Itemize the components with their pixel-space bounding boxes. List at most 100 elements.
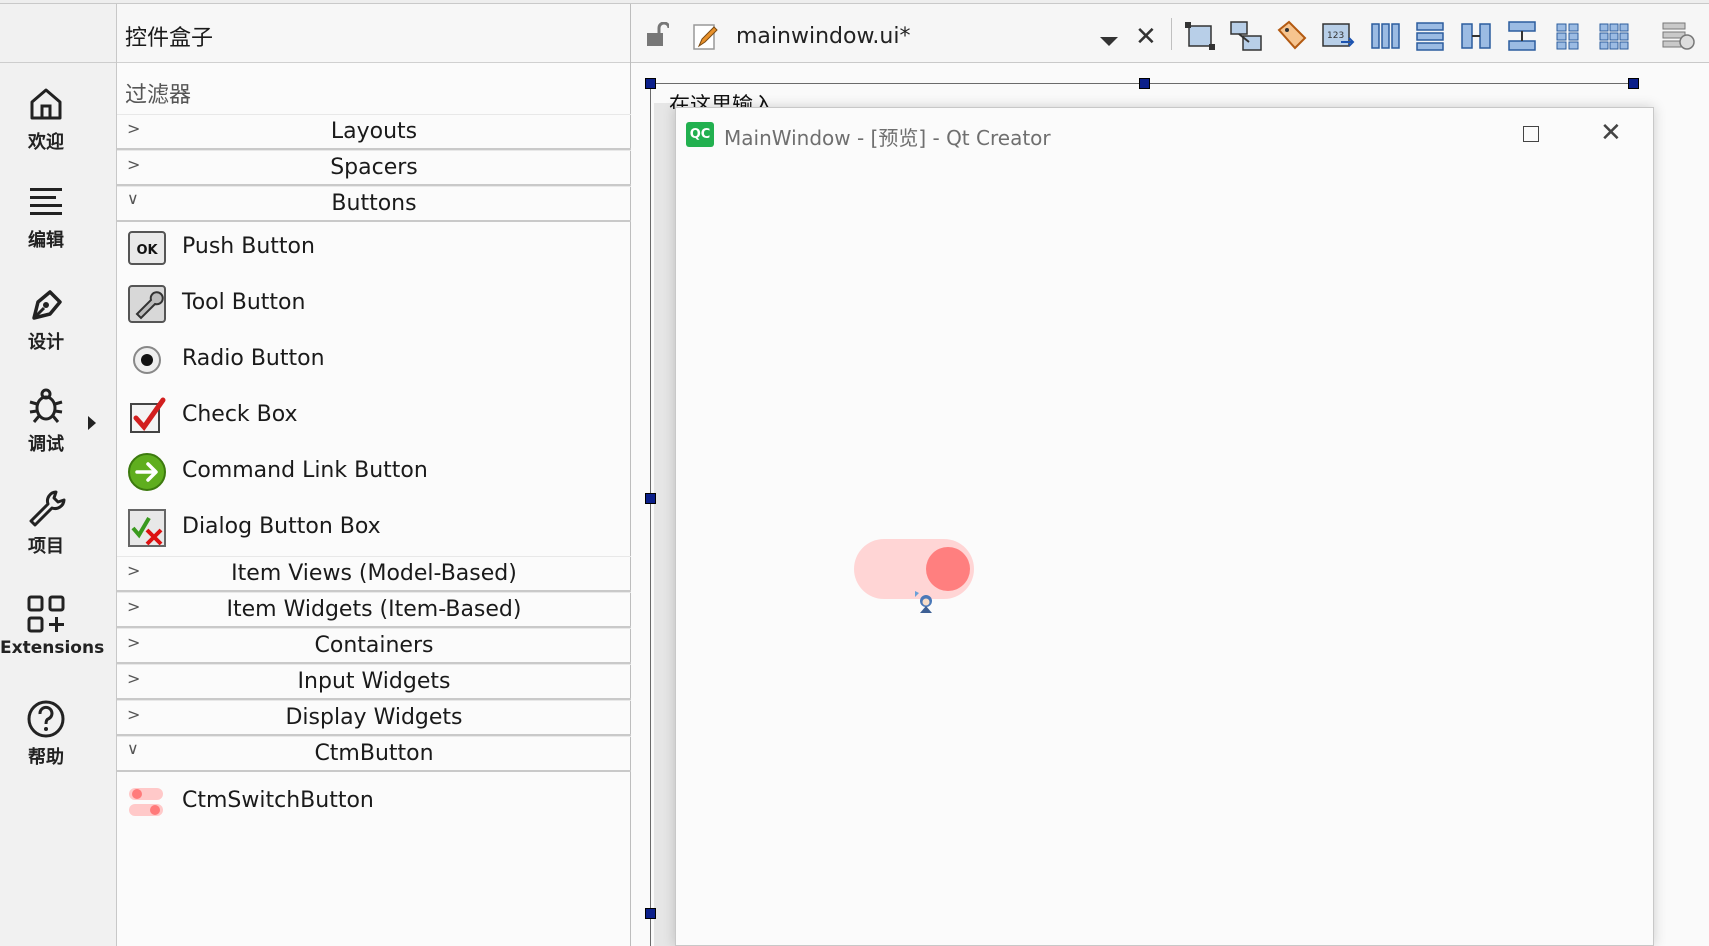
- category-input-widgets[interactable]: > Input Widgets: [117, 664, 631, 700]
- mode-bar: 欢迎 编辑 设计 调试 项目 Extensions 帮助: [0, 4, 117, 946]
- layout-vertical-icon[interactable]: [1413, 20, 1447, 52]
- widget-item-label: Dialog Button Box: [182, 514, 381, 539]
- break-layout-icon[interactable]: [1661, 20, 1695, 52]
- svg-text:123: 123: [1327, 31, 1344, 41]
- mode-label-project: 项目: [28, 536, 64, 557]
- preview-window-title: MainWindow - [预览] - Qt Creator: [724, 126, 1051, 150]
- edit-lines-icon: [30, 188, 62, 215]
- category-label: CtmButton: [314, 741, 434, 766]
- switch-knob: [926, 547, 970, 591]
- category-label: Buttons: [331, 191, 417, 216]
- edit-signals-slots-icon[interactable]: [1229, 20, 1263, 52]
- open-file-name[interactable]: mainwindow.ui*: [736, 24, 910, 49]
- category-spacers[interactable]: > Spacers: [117, 150, 631, 186]
- selection-handle-top-left[interactable]: [645, 78, 656, 89]
- help-circle-icon: [27, 700, 65, 738]
- category-buttons[interactable]: ∨ Buttons: [117, 186, 631, 222]
- widget-item-label: CtmSwitchButton: [182, 788, 374, 813]
- toolbar-separator: [1171, 18, 1172, 50]
- unlock-icon[interactable]: [645, 22, 669, 48]
- category-label: Containers: [314, 633, 434, 658]
- designer-toolbar: mainwindow.ui* ✕ 123: [631, 4, 1709, 63]
- extensions-grid-icon: [27, 595, 65, 633]
- form-menu-type-here[interactable]: 在这里输入: [669, 89, 774, 109]
- category-label: Layouts: [330, 119, 418, 144]
- widget-item-label: Tool Button: [182, 290, 306, 315]
- category-label: Input Widgets: [297, 669, 451, 694]
- radio-button-icon: [133, 346, 161, 374]
- widget-item-label: Command Link Button: [182, 458, 428, 483]
- mode-label-edit: 编辑: [28, 230, 64, 251]
- widget-item-label: Radio Button: [182, 346, 325, 371]
- widget-item-command-link[interactable]: Command Link Button: [117, 446, 631, 500]
- mode-bar-header: [0, 4, 116, 63]
- mode-help[interactable]: 帮助: [0, 699, 92, 769]
- mode-label-extensions: Extensions: [0, 638, 105, 658]
- close-icon[interactable]: ✕: [1600, 118, 1622, 148]
- layout-grid-icon[interactable]: [1597, 20, 1631, 52]
- close-file-icon[interactable]: ✕: [1135, 24, 1157, 50]
- mode-project[interactable]: 项目: [0, 488, 92, 558]
- selection-handle-bottom-left[interactable]: [645, 908, 656, 919]
- wrench-icon: [29, 490, 66, 527]
- mode-welcome[interactable]: 欢迎: [0, 84, 92, 154]
- mode-label-debug: 调试: [28, 434, 64, 455]
- widget-item-label: Check Box: [182, 402, 298, 427]
- modified-file-pencil-icon: [693, 24, 718, 50]
- mode-label-welcome: 欢迎: [28, 132, 64, 153]
- edit-tab-order-icon[interactable]: 123: [1321, 20, 1355, 52]
- category-label: Display Widgets: [285, 705, 463, 730]
- file-dropdown-arrow-icon[interactable]: [1100, 37, 1118, 46]
- maximize-icon[interactable]: [1523, 126, 1539, 142]
- category-ctmbutton[interactable]: ∨ CtmButton: [117, 736, 631, 772]
- check-box-icon: [130, 397, 166, 433]
- category-label: Spacers: [330, 155, 418, 180]
- layout-horizontal-splitter-icon[interactable]: [1459, 20, 1493, 52]
- widget-item-check-box[interactable]: Check Box: [117, 390, 631, 444]
- mode-extensions[interactable]: Extensions: [0, 594, 105, 658]
- category-containers[interactable]: > Containers: [117, 628, 631, 664]
- selection-handle-top-middle[interactable]: [1139, 78, 1150, 89]
- tool-button-icon: [128, 285, 166, 323]
- selection-handle-top-right[interactable]: [1628, 78, 1639, 89]
- switch-button-icon: [129, 788, 163, 816]
- home-icon: [30, 88, 62, 120]
- category-label: Item Widgets (Item-Based): [226, 597, 522, 622]
- mode-debug[interactable]: 调试: [0, 386, 92, 456]
- debug-submenu-arrow-icon[interactable]: [88, 416, 96, 430]
- pen-nib-icon: [32, 290, 62, 320]
- qt-creator-logo-icon: QC: [686, 122, 714, 147]
- mode-edit[interactable]: 编辑: [0, 182, 92, 252]
- preview-title-bar: QC MainWindow - [预览] - Qt Creator ✕: [676, 108, 1653, 150]
- category-item-views[interactable]: > Item Views (Model-Based): [117, 556, 631, 592]
- category-layouts[interactable]: > Layouts: [117, 114, 631, 150]
- layout-vertical-splitter-icon[interactable]: [1505, 20, 1539, 52]
- widget-item-label: Push Button: [182, 234, 315, 259]
- category-item-widgets[interactable]: > Item Widgets (Item-Based): [117, 592, 631, 628]
- preview-window: QC MainWindow - [预览] - Qt Creator ✕: [675, 107, 1654, 946]
- bug-icon: [29, 388, 63, 423]
- widget-box-title: 控件盒子: [117, 4, 630, 63]
- widget-item-dialog-button-box[interactable]: Dialog Button Box: [117, 502, 631, 556]
- push-button-icon: OK: [128, 231, 166, 265]
- widget-box-panel: 控件盒子 过滤器 > Layouts > Spacers ∨ Buttons O…: [117, 4, 631, 946]
- mode-design[interactable]: 设计: [0, 284, 92, 354]
- svg-text:OK: OK: [136, 243, 158, 258]
- edit-widgets-icon[interactable]: [1183, 20, 1217, 52]
- widget-filter-input[interactable]: 过滤器: [117, 63, 630, 108]
- selection-handle-middle-left[interactable]: [645, 493, 656, 504]
- category-label: Item Views (Model-Based): [231, 561, 517, 586]
- mode-label-design: 设计: [28, 332, 64, 353]
- cursor-avatar-icon: [915, 591, 932, 613]
- form-border-left: [650, 83, 651, 946]
- edit-buddies-icon[interactable]: [1275, 20, 1309, 52]
- widget-item-radio-button[interactable]: Radio Button: [117, 334, 631, 388]
- widget-item-tool-button[interactable]: Tool Button: [117, 278, 631, 332]
- widget-item-ctm-switch-button[interactable]: CtmSwitchButton: [117, 776, 631, 830]
- widget-item-push-button[interactable]: OK Push Button: [117, 222, 631, 276]
- dialog-button-box-icon: [128, 509, 166, 547]
- layout-horizontal-icon[interactable]: [1369, 20, 1403, 52]
- category-display-widgets[interactable]: > Display Widgets: [117, 700, 631, 736]
- layout-form-icon[interactable]: [1551, 20, 1585, 52]
- command-link-icon: [128, 453, 166, 491]
